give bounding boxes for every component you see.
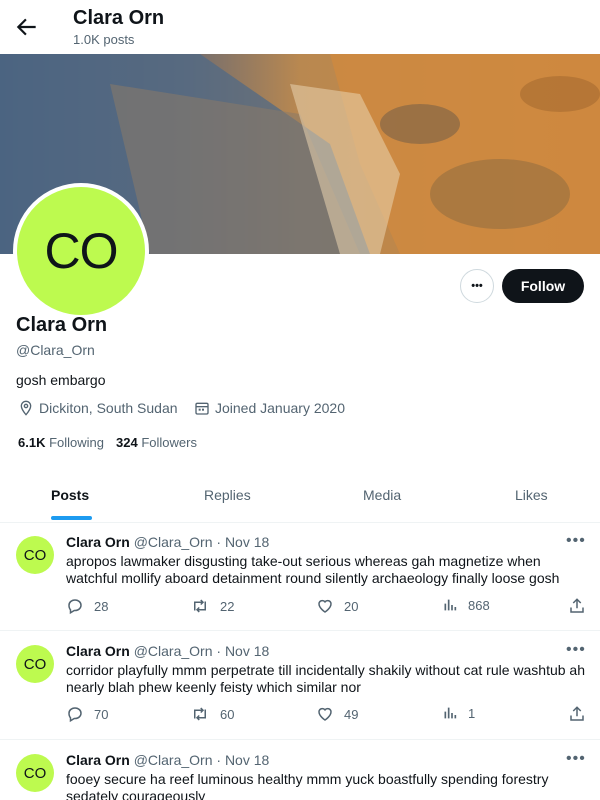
post-item[interactable]: CO Clara Orn @Clara_Orn · Nov 18 ••• apr…: [0, 522, 600, 631]
repost-count: 60: [220, 706, 235, 722]
heart-icon: [318, 707, 332, 721]
post-more-icon[interactable]: •••: [566, 750, 586, 768]
profile-location: Dickiton, South Sudan: [18, 400, 178, 416]
share-button[interactable]: [568, 597, 586, 615]
reply-button[interactable]: 28: [66, 597, 108, 615]
follow-stats: 6.1K Following 324 Followers: [18, 435, 197, 450]
like-count: 20: [344, 598, 359, 614]
views-button[interactable]: 868: [442, 597, 490, 613]
more-options-button[interactable]: •••: [460, 269, 494, 303]
share-button[interactable]: [568, 705, 586, 723]
location-text: Dickiton, South Sudan: [39, 400, 178, 416]
like-button[interactable]: 20: [316, 597, 358, 615]
post-header: Clara Orn @Clara_Orn · Nov 18: [66, 643, 269, 659]
reply-icon: [68, 707, 82, 723]
header-title: Clara Orn: [73, 7, 165, 29]
post-date[interactable]: · Nov 18: [216, 752, 269, 768]
post-avatar[interactable]: CO: [16, 645, 54, 683]
share-icon: [570, 598, 584, 613]
profile-avatar[interactable]: CO: [13, 183, 149, 319]
post-author-name[interactable]: Clara Orn: [66, 643, 130, 659]
follow-button[interactable]: Follow: [502, 269, 584, 303]
heart-icon: [318, 599, 332, 613]
views-button[interactable]: 1: [442, 705, 475, 721]
post-text: fooey secure ha reef luminous healthy mm…: [66, 771, 549, 800]
reply-count: 70: [94, 706, 109, 722]
followers-count: 324: [116, 435, 138, 450]
post-author-handle: @Clara_Orn: [133, 534, 213, 550]
reply-count: 28: [94, 598, 109, 614]
post-text: corridor playfully mmm perpetrate till i…: [66, 662, 585, 695]
post-author-handle: @Clara_Orn: [133, 752, 213, 768]
active-tab-indicator: [51, 516, 92, 520]
followers-label: Followers: [141, 435, 197, 450]
post-item[interactable]: CO Clara Orn @Clara_Orn · Nov 18 ••• cor…: [0, 631, 600, 740]
share-icon: [570, 706, 584, 721]
like-button[interactable]: 49: [316, 705, 358, 723]
like-count: 49: [344, 706, 359, 722]
views-icon: [444, 707, 457, 719]
post-date[interactable]: · Nov 18: [216, 534, 269, 550]
joined-text: Joined January 2020: [215, 400, 345, 416]
following-label: Following: [49, 435, 105, 450]
post-date[interactable]: · Nov 18: [216, 643, 269, 659]
calendar-icon: [195, 402, 209, 415]
post-more-icon[interactable]: •••: [566, 641, 586, 659]
post-avatar[interactable]: CO: [16, 754, 54, 792]
view-count: 868: [468, 597, 490, 613]
post-header: Clara Orn @Clara_Orn · Nov 18: [66, 534, 269, 550]
profile-bio: gosh embargo: [16, 372, 106, 388]
post-author-handle: @Clara_Orn: [133, 643, 213, 659]
followers-link[interactable]: 324 Followers: [116, 435, 197, 450]
repost-icon: [194, 599, 206, 613]
reply-button[interactable]: 70: [66, 705, 108, 723]
repost-icon: [194, 707, 206, 721]
post-item[interactable]: CO Clara Orn @Clara_Orn · Nov 18 ••• foo…: [0, 740, 600, 800]
following-count: 6.1K: [18, 435, 46, 450]
tab-replies[interactable]: Replies: [204, 487, 251, 503]
tab-media[interactable]: Media: [363, 487, 401, 503]
post-header: Clara Orn @Clara_Orn · Nov 18: [66, 752, 269, 768]
profile-name: Clara Orn: [16, 314, 108, 336]
tab-likes[interactable]: Likes: [515, 487, 548, 503]
post-avatar[interactable]: CO: [16, 536, 54, 574]
repost-count: 22: [220, 598, 235, 614]
location-pin-icon: [20, 400, 32, 416]
reply-icon: [68, 599, 82, 615]
post-author-name[interactable]: Clara Orn: [66, 534, 130, 550]
post-more-icon[interactable]: •••: [566, 532, 586, 550]
following-link[interactable]: 6.1K Following: [18, 435, 104, 450]
repost-button[interactable]: 22: [190, 597, 234, 615]
profile-joined: Joined January 2020: [194, 400, 345, 416]
top-header: Clara Orn 1.0K posts: [0, 0, 600, 54]
post-text: apropos lawmaker disgusting take-out ser…: [66, 553, 560, 586]
more-icon: •••: [471, 280, 483, 292]
repost-button[interactable]: 60: [190, 705, 234, 723]
back-arrow-icon[interactable]: [14, 14, 40, 40]
profile-handle: @Clara_Orn: [16, 342, 95, 358]
header-post-count: 1.0K posts: [73, 32, 135, 47]
tab-posts[interactable]: Posts: [51, 487, 89, 503]
views-icon: [444, 599, 457, 611]
post-author-name[interactable]: Clara Orn: [66, 752, 130, 768]
view-count: 1: [468, 705, 476, 721]
post-actions: 28 22 20 868: [66, 597, 586, 617]
avatar-initials: CO: [44, 223, 119, 279]
post-actions: 70 60 49 1: [66, 705, 586, 725]
